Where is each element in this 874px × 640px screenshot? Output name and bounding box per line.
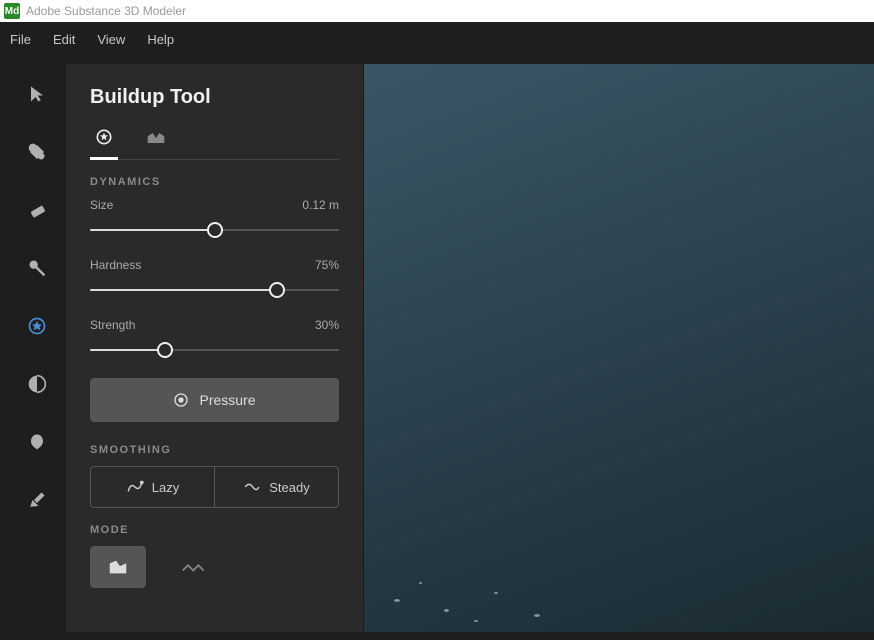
crease-tool-icon[interactable] [23, 370, 51, 398]
app-badge-icon: Md [4, 3, 20, 19]
paint-tool-icon[interactable] [23, 486, 51, 514]
viewport-3d[interactable] [364, 64, 874, 632]
vertical-toolbar [8, 64, 66, 632]
mode-flat-button[interactable] [166, 546, 222, 588]
mode-label: MODE [90, 524, 339, 536]
clay-tool-icon[interactable] [23, 138, 51, 166]
hardness-slider-row: Hardness 75% [90, 258, 339, 298]
tool-properties-panel: Buildup Tool DYNAMICS Size 0.12 m [66, 64, 364, 632]
workspace: Buildup Tool DYNAMICS Size 0.12 m [0, 56, 874, 640]
pressure-button-label: Pressure [199, 392, 255, 408]
smooth-tool-icon[interactable] [23, 254, 51, 282]
window-title: Adobe Substance 3D Modeler [26, 4, 186, 18]
surface-mode-icon [107, 558, 129, 576]
select-tool-icon[interactable] [23, 80, 51, 108]
pressure-button[interactable]: Pressure [90, 378, 339, 422]
steady-label: Steady [269, 480, 309, 495]
strength-value: 30% [315, 318, 339, 332]
menu-edit[interactable]: Edit [53, 32, 75, 47]
strength-label: Strength [90, 318, 135, 332]
menu-file[interactable]: File [10, 32, 31, 47]
panel-tab-row [90, 127, 339, 160]
clay-tab[interactable] [90, 127, 118, 160]
lazy-button[interactable]: Lazy [91, 467, 214, 507]
dynamics-label: DYNAMICS [90, 176, 339, 188]
size-label: Size [90, 198, 113, 212]
steady-icon [243, 479, 261, 495]
menu-view[interactable]: View [97, 32, 125, 47]
shape-tab[interactable] [142, 127, 170, 159]
mode-surface-button[interactable] [90, 546, 146, 588]
hardness-value: 75% [315, 258, 339, 272]
menubar: File Edit View Help [0, 22, 874, 56]
strength-slider-row: Strength 30% [90, 318, 339, 358]
lazy-icon [126, 479, 144, 495]
hardness-label: Hardness [90, 258, 141, 272]
pressure-target-icon [173, 392, 189, 408]
hardness-slider[interactable] [90, 282, 339, 298]
panel-title: Buildup Tool [90, 86, 339, 109]
strength-slider[interactable] [90, 342, 339, 358]
mode-row [90, 546, 339, 588]
window-titlebar: Md Adobe Substance 3D Modeler [0, 0, 874, 22]
flat-mode-icon [181, 561, 207, 573]
steady-button[interactable]: Steady [214, 467, 338, 507]
lazy-label: Lazy [152, 480, 179, 495]
app-root: File Edit View Help [0, 22, 874, 640]
buildup-tool-icon[interactable] [23, 312, 51, 340]
inflate-tool-icon[interactable] [23, 428, 51, 456]
size-slider-row: Size 0.12 m [90, 198, 339, 238]
menu-help[interactable]: Help [147, 32, 174, 47]
size-slider[interactable] [90, 222, 339, 238]
smoothing-label: SMOOTHING [90, 444, 339, 456]
size-value: 0.12 m [302, 198, 339, 212]
erase-tool-icon[interactable] [23, 196, 51, 224]
smoothing-segmented: Lazy Steady [90, 466, 339, 508]
